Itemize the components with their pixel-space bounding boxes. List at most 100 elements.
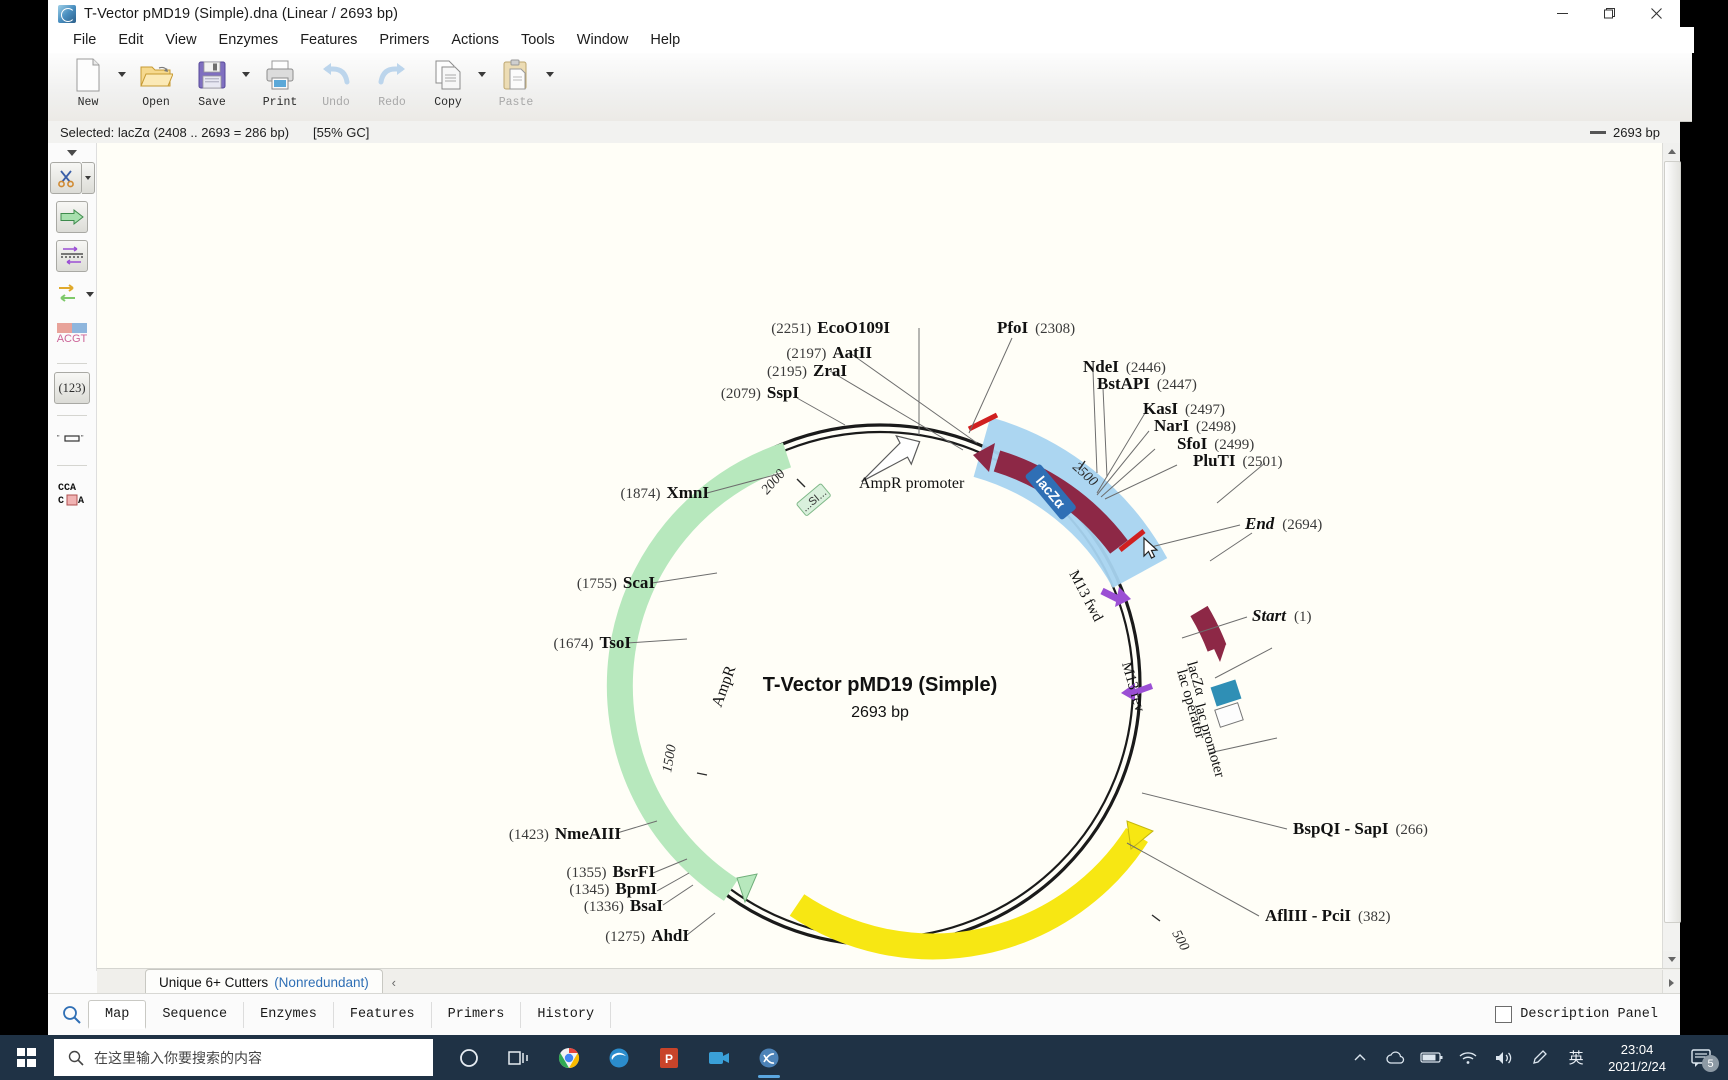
menu-edit[interactable]: Edit (107, 30, 154, 50)
open-folder-icon (139, 57, 173, 93)
onedrive-icon[interactable] (1380, 1035, 1412, 1080)
tick-1500: 1500 (660, 744, 680, 774)
taskbar-app-icons: P (447, 1035, 791, 1080)
menu-help[interactable]: Help (639, 30, 691, 50)
menu-tools[interactable]: Tools (510, 30, 566, 50)
enzyme-set-strip: Unique 6+ Cutters (Nonredundant) ‹ (97, 968, 1680, 995)
ends-tool-button[interactable]: " " (55, 424, 89, 454)
open-button[interactable]: Open (128, 53, 184, 121)
primer-tool-button[interactable] (56, 240, 88, 272)
wifi-icon[interactable] (1452, 1035, 1484, 1080)
start-button[interactable] (0, 1035, 52, 1080)
menu-view[interactable]: View (154, 30, 207, 50)
translation-tool-button[interactable] (50, 279, 84, 309)
maximize-button[interactable] (1586, 0, 1633, 27)
enzyme-label-AflIII-PciI: AflIII - PciI (382) (1265, 906, 1390, 925)
save-button[interactable]: Save (184, 53, 240, 121)
enzyme-label-NmeAIII: (1423) NmeAIII (509, 824, 621, 843)
start-label: Start (1) (1252, 606, 1312, 625)
tab-history[interactable]: History (521, 1001, 612, 1028)
menu-file[interactable]: File (62, 30, 107, 50)
magnifier-icon[interactable] (54, 1005, 88, 1024)
description-panel-toggle[interactable]: Description Panel (1495, 1006, 1658, 1023)
enzyme-set-prev-button[interactable]: ‹ (383, 970, 405, 995)
description-panel-checkbox[interactable] (1495, 1006, 1513, 1023)
ampr-label: AmpR (709, 663, 740, 709)
menu-primers[interactable]: Primers (368, 30, 440, 50)
tab-enzymes[interactable]: Enzymes (244, 1001, 334, 1028)
powerpoint-icon[interactable]: P (647, 1035, 691, 1080)
clock-date: 2021/2/24 (1608, 1058, 1666, 1074)
open-label: Open (142, 96, 170, 109)
svg-text:": " (81, 435, 84, 442)
feature-arrow-tool-button[interactable] (56, 201, 88, 233)
enzyme-strip-scroll-right[interactable] (1662, 970, 1680, 995)
end-label: End (2694) (1244, 514, 1322, 533)
snapgene-taskbar-icon[interactable] (747, 1035, 791, 1080)
menu-actions[interactable]: Actions (440, 30, 510, 50)
copy-pages-icon (433, 57, 463, 93)
scroll-thumb[interactable] (1664, 161, 1681, 923)
scroll-down-button[interactable] (1663, 951, 1680, 968)
enzyme-label-PfoI: PfoI (2308) (997, 318, 1075, 337)
minimize-button[interactable] (1539, 0, 1586, 27)
menu-bar: File Edit View Enzymes Features Primers … (48, 27, 1694, 53)
redo-arrow-icon (375, 57, 409, 93)
notification-center-button[interactable]: 5 (1682, 1035, 1722, 1080)
menu-window[interactable]: Window (566, 30, 640, 50)
chrome-icon[interactable] (547, 1035, 591, 1080)
sequence-colors-tool-button[interactable]: ACGT (55, 316, 89, 352)
print-button[interactable]: Print (252, 53, 308, 121)
m13-fwd-label: M13 fwd (1065, 568, 1105, 625)
tab-sequence[interactable]: Sequence (146, 1001, 245, 1028)
enzyme-set-tab[interactable]: Unique 6+ Cutters (Nonredundant) (145, 969, 383, 995)
overhang-tool-button[interactable]: CCA C A (55, 474, 89, 512)
tab-primers[interactable]: Primers (432, 1001, 522, 1028)
enzyme-label-NarI: NarI (2498) (1154, 416, 1236, 435)
ime-language-indicator[interactable]: 英 (1560, 1035, 1592, 1080)
snapgene-icon (58, 4, 76, 23)
paste-label: Paste (498, 96, 534, 109)
battery-icon[interactable] (1416, 1035, 1448, 1080)
undo-label: Undo (322, 96, 350, 109)
plasmid-map-canvas[interactable]: lacZα 2000 2500 1500 1000 500 (97, 143, 1663, 968)
save-dropdown-caret[interactable] (240, 53, 252, 117)
new-dropdown-caret[interactable] (116, 53, 128, 117)
menu-features[interactable]: Features (289, 30, 368, 50)
taskbar-clock[interactable]: 23:04 2021/2/24 (1596, 1041, 1678, 1075)
numbering-tool-button[interactable]: (123) (54, 372, 90, 404)
map-vertical-scrollbar[interactable] (1662, 143, 1681, 968)
save-label: Save (198, 96, 226, 109)
map-title: T-Vector pMD19 (Simple) (763, 674, 998, 696)
svg-text:P: P (665, 1052, 673, 1066)
menu-enzymes[interactable]: Enzymes (208, 30, 290, 50)
redo-label: Redo (378, 96, 406, 109)
paste-dropdown-caret[interactable] (544, 53, 556, 117)
scroll-up-button[interactable] (1663, 143, 1680, 160)
rail-collapse-caret[interactable] (67, 150, 77, 156)
edge-icon[interactable] (597, 1035, 641, 1080)
scissors-dropdown-caret[interactable] (81, 162, 95, 194)
ime-pen-icon[interactable] (1524, 1035, 1556, 1080)
window-title: T-Vector pMD19 (Simple).dna (Linear / 26… (84, 5, 399, 22)
translation-dropdown-caret[interactable] (86, 291, 94, 297)
tab-features[interactable]: Features (334, 1001, 432, 1028)
cortana-icon[interactable] (447, 1035, 491, 1080)
left-tool-rail: ACGT (123) " " CCA C A (48, 143, 97, 971)
tab-map[interactable]: Map (88, 1000, 147, 1029)
camera-icon[interactable] (697, 1035, 741, 1080)
green-arrow-icon (60, 209, 84, 225)
tray-expand-icon[interactable] (1344, 1035, 1376, 1080)
close-button[interactable] (1633, 0, 1680, 27)
taskbar-search-box[interactable]: 在这里输入你要搜索的内容 (54, 1039, 433, 1076)
new-button[interactable]: New (60, 53, 116, 121)
copy-dropdown-caret[interactable] (476, 53, 488, 117)
copy-button[interactable]: Copy (420, 53, 476, 121)
enzyme-set-qualifier: (Nonredundant) (274, 975, 369, 990)
enzyme-label-XmnI: (1874) XmnI (620, 483, 709, 502)
volume-icon[interactable] (1488, 1035, 1520, 1080)
scissors-tool-button[interactable] (49, 162, 82, 194)
svg-text:CCA: CCA (58, 483, 76, 494)
task-view-icon[interactable] (497, 1035, 541, 1080)
enzyme-label-AatII: (2197) AatII (786, 343, 872, 362)
